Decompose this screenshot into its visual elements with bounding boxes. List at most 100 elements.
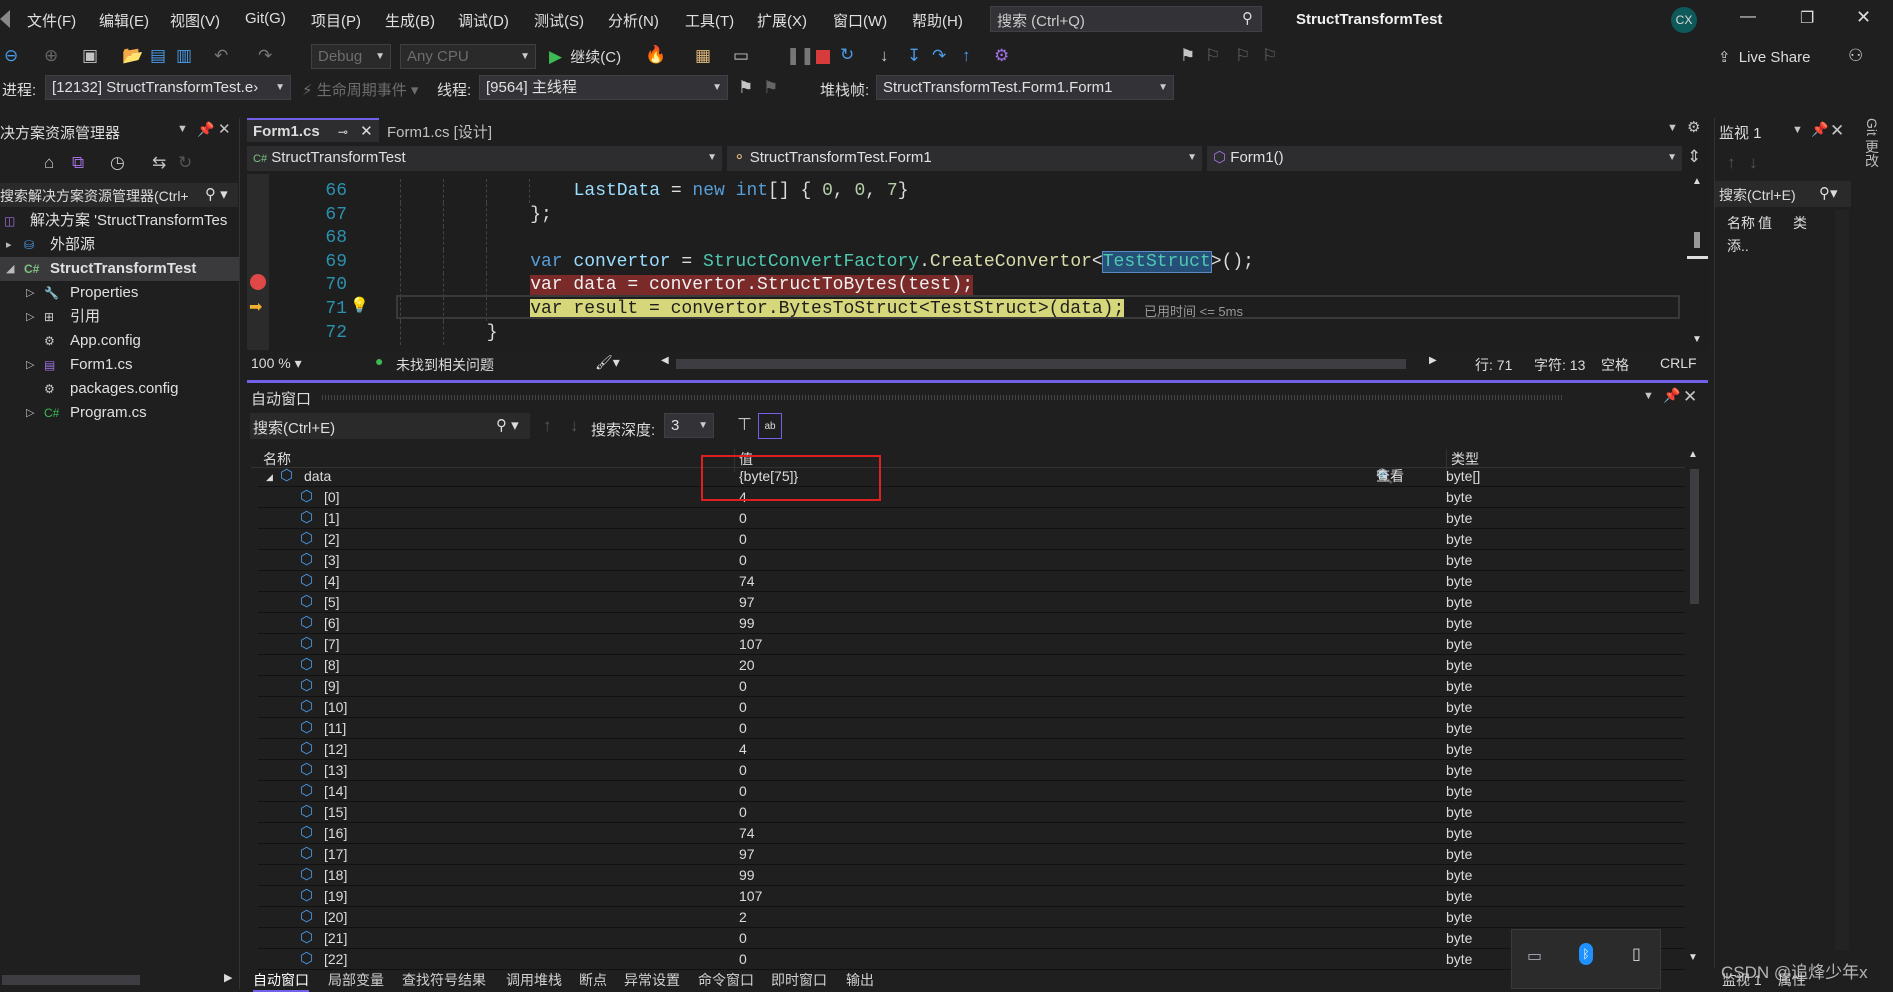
- menu-item[interactable]: 文件(F): [27, 10, 76, 31]
- autos-row[interactable]: ⬡ [12] 4 byte: [258, 739, 1685, 760]
- tree-item[interactable]: ◫ 解决方案 'StructTransformTes: [0, 209, 239, 233]
- step-into-icon[interactable]: ↓: [880, 47, 889, 64]
- usb-device-icon[interactable]: ▯: [1632, 944, 1641, 964]
- tree-item[interactable]: ▷ ⊞ 引用: [0, 305, 239, 329]
- search-next-icon[interactable]: ↓: [1749, 154, 1758, 171]
- autos-row[interactable]: ⬡ [10] 0 byte: [258, 697, 1685, 718]
- variable-value[interactable]: 0: [739, 802, 747, 822]
- tree-item[interactable]: ▷ 🔧 Properties: [0, 281, 239, 305]
- autos-row[interactable]: ⬡ [19] 107 byte: [258, 886, 1685, 907]
- expand-icon[interactable]: ▷: [26, 281, 34, 305]
- scroll-right-icon[interactable]: ▶: [224, 971, 232, 984]
- tree-item[interactable]: ▸ ⛁ 外部源: [0, 233, 239, 257]
- back-icon[interactable]: ⊖: [4, 47, 18, 64]
- variable-value[interactable]: 2: [739, 907, 747, 927]
- watch-col-type[interactable]: 类: [1793, 213, 1807, 233]
- autos-search-input[interactable]: 搜索(Ctrl+E) ⚲ ▾: [250, 413, 530, 439]
- diagnostic-icon[interactable]: ⚙: [994, 47, 1009, 64]
- editor-tab-active[interactable]: Form1.cs ⊸ ✕: [247, 118, 379, 142]
- watch-scrollbar[interactable]: [1835, 210, 1849, 950]
- bottom-tab[interactable]: 断点: [579, 970, 607, 990]
- code-line[interactable]: }: [487, 321, 498, 345]
- menu-item[interactable]: 帮助(H): [912, 10, 963, 31]
- nav-project-dropdown[interactable]: C# StructTransformTest ▼: [247, 146, 722, 171]
- refresh-icon[interactable]: ↻: [178, 154, 192, 171]
- variable-value[interactable]: 107: [739, 634, 762, 654]
- autos-row[interactable]: ⬡ [2] 0 byte: [258, 529, 1685, 550]
- flag-threads-icon[interactable]: ⚑: [763, 79, 778, 96]
- code-line[interactable]: };: [530, 203, 552, 227]
- autos-row[interactable]: ⬡ [14] 0 byte: [258, 781, 1685, 802]
- autos-row[interactable]: ⬡ [7] 107 byte: [258, 634, 1685, 655]
- live-share-button[interactable]: ⇪ Live Share: [1718, 48, 1810, 66]
- variable-value[interactable]: 0: [739, 760, 747, 780]
- autos-row[interactable]: ⬡ [20] 2 byte: [258, 907, 1685, 928]
- redo-icon[interactable]: ↷: [258, 47, 272, 64]
- autos-row[interactable]: ⬡ [0] 4 byte: [258, 487, 1685, 508]
- lifecycle-events[interactable]: ⚡ 生命周期事件 ▾: [302, 79, 418, 100]
- autos-row[interactable]: ◢ ⬡ data {byte[75]} 🔍 查看 ▼ byte[]: [258, 466, 1685, 487]
- minimize-button[interactable]: —: [1740, 8, 1756, 26]
- close-panel-icon[interactable]: ✕: [1683, 388, 1697, 405]
- tab-list-icon[interactable]: ▼: [1667, 123, 1678, 134]
- bookmark-icon[interactable]: ⚑: [1180, 47, 1195, 64]
- tree-item[interactable]: ⚙ App.config: [0, 329, 239, 353]
- variable-value[interactable]: 0: [739, 697, 747, 717]
- variable-value[interactable]: 0: [739, 508, 747, 528]
- watch-col-value[interactable]: 值: [1758, 213, 1772, 233]
- platform-dropdown[interactable]: Any CPU ▼: [400, 44, 536, 69]
- menu-item[interactable]: 测试(S): [534, 10, 584, 31]
- scroll-right-icon[interactable]: ▶: [1429, 355, 1437, 366]
- autos-row[interactable]: ⬡ [16] 74 byte: [258, 823, 1685, 844]
- bookmark-prev-icon[interactable]: ⚐: [1205, 47, 1220, 64]
- open-folder-icon[interactable]: ▦: [695, 47, 711, 64]
- code-line[interactable]: var convertor = StructConvertFactory.Cre…: [530, 250, 1254, 274]
- bottom-tab[interactable]: 调用堆栈: [506, 970, 562, 990]
- autos-row[interactable]: ⬡ [5] 97 byte: [258, 592, 1685, 613]
- expand-icon[interactable]: ▷: [26, 353, 34, 377]
- variable-value[interactable]: 0: [739, 781, 747, 801]
- flag-icon[interactable]: ⚑: [738, 79, 753, 96]
- step-over-arc-icon[interactable]: ↷: [932, 47, 946, 64]
- monitor-icon[interactable]: ▭: [1527, 946, 1542, 966]
- horizontal-scrollbar[interactable]: [2, 975, 140, 985]
- cleanup-icon[interactable]: 🖌▾: [595, 354, 620, 371]
- pin-source-icon[interactable]: ⊤: [737, 416, 752, 433]
- hex-display-icon[interactable]: ab: [758, 413, 782, 439]
- thread-dropdown[interactable]: [9564] 主线程 ▼: [479, 75, 728, 100]
- scroll-up-icon[interactable]: ▲: [1688, 449, 1698, 460]
- panel-menu-icon[interactable]: ▼: [177, 124, 188, 135]
- code-line[interactable]: var data = convertor.StructToBytes(test)…: [530, 273, 974, 297]
- vertical-scrollbar[interactable]: ▲ ▼: [1687, 174, 1708, 350]
- step-out-icon[interactable]: ↑: [962, 47, 971, 64]
- stack-frame-dropdown[interactable]: StructTransformTest.Form1.Form1 ▼: [876, 75, 1174, 100]
- scroll-up-icon[interactable]: ▲: [1692, 176, 1702, 187]
- solution-search-input[interactable]: 搜索解决方案资源管理器(Ctrl+ ⚲ ▾: [0, 183, 238, 207]
- collapse-icon[interactable]: ◢: [266, 467, 273, 487]
- settings-icon[interactable]: ⚙: [1687, 120, 1700, 135]
- bluetooth-icon[interactable]: ᛒ: [1579, 943, 1593, 965]
- bottom-tab[interactable]: 局部变量: [328, 970, 384, 990]
- undo-icon[interactable]: ↶: [214, 47, 228, 64]
- close-tab-icon[interactable]: ✕: [360, 123, 373, 140]
- panel-menu-icon[interactable]: ▼: [1643, 391, 1654, 402]
- close-button[interactable]: ✕: [1856, 7, 1871, 28]
- bookmark-clear-icon[interactable]: ⚐: [1262, 47, 1277, 64]
- variable-value[interactable]: 97: [739, 592, 755, 612]
- menu-item[interactable]: 编辑(E): [99, 10, 149, 31]
- variable-value[interactable]: 0: [739, 928, 747, 948]
- tree-item[interactable]: ▷ C# Program.cs: [0, 401, 239, 425]
- forward-icon[interactable]: ⊕: [44, 47, 58, 64]
- bottom-tab[interactable]: 异常设置: [624, 970, 680, 990]
- vs-logo-icon[interactable]: [0, 10, 10, 28]
- editor-tab-designer[interactable]: Form1.cs [设计]: [381, 120, 521, 142]
- bookmark-next-icon[interactable]: ⚐: [1235, 47, 1250, 64]
- save-icon[interactable]: ▤: [150, 47, 166, 64]
- scroll-left-icon[interactable]: ◀: [661, 355, 669, 366]
- step-over-icon[interactable]: ↧: [907, 47, 921, 64]
- autos-row[interactable]: ⬡ [11] 0 byte: [258, 718, 1685, 739]
- stop-icon[interactable]: [816, 50, 830, 64]
- menu-item[interactable]: 窗口(W): [833, 10, 887, 31]
- drag-handle[interactable]: [322, 395, 1562, 400]
- menu-item[interactable]: 工具(T): [685, 10, 734, 31]
